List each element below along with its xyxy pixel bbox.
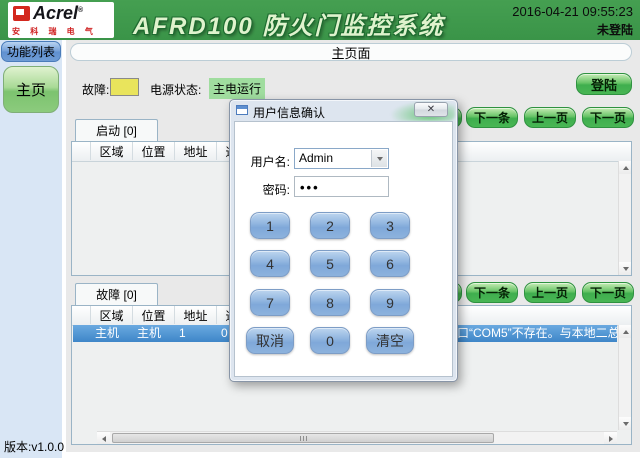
scroll-up-icon[interactable] (619, 161, 632, 174)
scroll-left-icon[interactable] (97, 432, 110, 445)
password-label: 密码: (243, 181, 290, 198)
username-value: Admin (299, 151, 333, 165)
app-title: AFRD100 防火门监控系统 (133, 6, 444, 41)
scroll-down-icon[interactable] (619, 417, 632, 430)
brand-name: Acrel® (33, 3, 83, 24)
keypad-1[interactable]: 1 (250, 212, 290, 239)
tab-fault[interactable]: 故障 [0] (75, 283, 158, 305)
password-input[interactable]: ••• (294, 176, 389, 197)
username-select[interactable]: Admin (294, 148, 389, 169)
sidebar-item-home[interactable]: 主页 (3, 66, 59, 113)
keypad-4[interactable]: 4 (250, 250, 290, 277)
sidebar-menu-title[interactable]: 功能列表 (1, 41, 61, 62)
login-status: 未登陆 (597, 21, 633, 38)
registered-mark: ® (78, 7, 83, 14)
column-header-position[interactable]: 位置 (133, 306, 175, 324)
prev-page-button-bottom[interactable]: 上一页 (524, 282, 576, 303)
row-header-cell (72, 142, 91, 160)
datetime: 2016-04-21 09:55:23 (512, 4, 633, 19)
acrel-logo: Acrel® 安 科 瑞 电 气 (8, 2, 114, 38)
app-header: Acrel® 安 科 瑞 电 气 AFRD100 防火门监控系统 2016-04… (0, 0, 640, 40)
power-status-value: 主电运行 (209, 78, 265, 99)
next-item-button-bottom[interactable]: 下一条 (466, 282, 518, 303)
scroll-right-icon[interactable] (604, 432, 617, 445)
column-header-address[interactable]: 地址 (175, 306, 217, 324)
fault-table-hscrollbar[interactable] (97, 431, 617, 444)
page-title: 主页面 (70, 43, 632, 61)
column-header-area[interactable]: 区域 (91, 142, 133, 160)
close-icon[interactable]: ✕ (414, 102, 448, 117)
column-header-address[interactable]: 地址 (175, 142, 217, 160)
fault-status-swatch (110, 78, 139, 96)
keypad-8[interactable]: 8 (310, 289, 350, 316)
next-page-button-top[interactable]: 下一页 (582, 107, 634, 128)
brand-subtitle: 安 科 瑞 电 气 (12, 26, 112, 37)
fault-table-vscrollbar[interactable] (618, 325, 631, 430)
dialog-title: 用户信息确认 (253, 104, 325, 121)
hscroll-thumb[interactable] (112, 433, 494, 443)
keypad-6[interactable]: 6 (370, 250, 410, 277)
cell-description: 口“COM5”不存在。与本地二总 (457, 326, 617, 341)
dialog-window-icon (236, 105, 248, 115)
cancel-button[interactable]: 取消 (246, 327, 294, 354)
password-value: ••• (300, 180, 320, 195)
cell-channel: 0 (221, 326, 228, 341)
start-table-vscrollbar[interactable] (618, 161, 631, 275)
prev-page-button-top[interactable]: 上一页 (524, 107, 576, 128)
cell-address: 1 (179, 326, 186, 341)
dialog-titlebar[interactable]: 用户信息确认 ✕ (230, 100, 457, 121)
username-label: 用户名: (243, 153, 290, 170)
power-status-label: 电源状态: (150, 81, 201, 98)
next-page-button-bottom[interactable]: 下一页 (582, 282, 634, 303)
acrel-logo-icon (13, 6, 30, 21)
keypad-5[interactable]: 5 (310, 250, 350, 277)
row-header-cell (72, 306, 91, 324)
column-header-area[interactable]: 区域 (91, 306, 133, 324)
next-item-button-top[interactable]: 下一条 (466, 107, 518, 128)
version-label: 版本:v1.0.0 (4, 438, 64, 455)
keypad-7[interactable]: 7 (250, 289, 290, 316)
cell-position: 主机 (137, 326, 161, 341)
login-button[interactable]: 登陆 (576, 73, 632, 95)
keypad-0[interactable]: 0 (310, 327, 350, 354)
scroll-down-icon[interactable] (619, 262, 632, 275)
keypad-2[interactable]: 2 (310, 212, 350, 239)
tab-start[interactable]: 启动 [0] (75, 119, 158, 141)
keypad-3[interactable]: 3 (370, 212, 410, 239)
scroll-up-icon[interactable] (619, 325, 632, 338)
fault-label: 故障: (82, 81, 109, 98)
column-header-position[interactable]: 位置 (133, 142, 175, 160)
clear-button[interactable]: 清空 (366, 327, 414, 354)
keypad-9[interactable]: 9 (370, 289, 410, 316)
cell-area: 主机 (95, 326, 119, 341)
chevron-down-icon[interactable] (371, 150, 387, 167)
